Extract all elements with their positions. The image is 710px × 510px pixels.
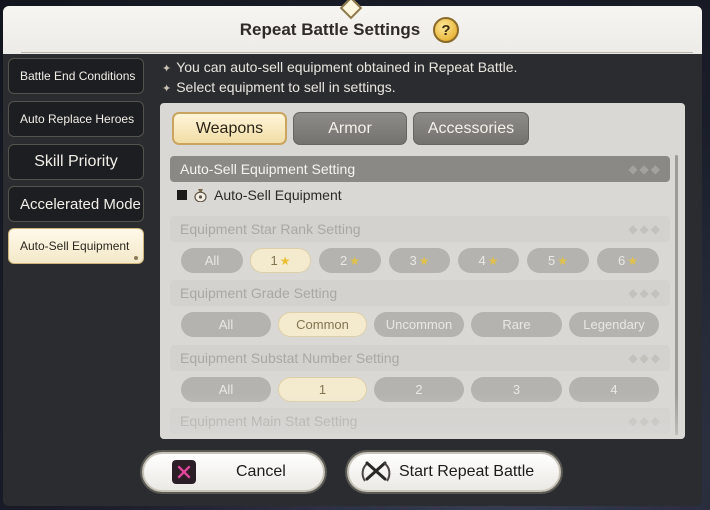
page-title: Repeat Battle Settings — [239, 20, 421, 39]
cancel-x-icon — [172, 460, 196, 484]
diamond-decor-icon: ◆◆◆ — [628, 351, 662, 365]
star-rank-option-3[interactable]: 3 ★ — [389, 248, 450, 273]
star-rank-option-all[interactable]: All — [181, 248, 243, 273]
sidebar-item-skill-priority[interactable]: Skill Priority — [8, 144, 144, 180]
sparkle-icon: ✦ — [162, 83, 172, 95]
section-header-auto-sell: Auto-Sell Equipment Setting ◆◆◆ — [170, 156, 670, 182]
diamond-decor-icon: ◆◆◆ — [628, 162, 662, 176]
grade-option-legendary[interactable]: Legendary — [569, 312, 659, 337]
grade-option-common[interactable]: Common — [278, 312, 367, 337]
sidebar-item-accelerated-mode[interactable]: Accelerated Mode — [8, 186, 144, 222]
star-icon: ★ — [627, 253, 638, 268]
sidebar-item-label: Auto Replace Heroes — [20, 112, 135, 126]
sidebar-item-auto-sell-equipment[interactable]: Auto-Sell Equipment — [8, 228, 144, 264]
grade-option-rare[interactable]: Rare — [471, 312, 562, 337]
substat-option-all[interactable]: All — [181, 377, 271, 402]
star-rank-option-5[interactable]: 5 ★ — [527, 248, 589, 273]
active-dot-icon — [134, 256, 138, 260]
star-rank-option-6[interactable]: 6 ★ — [597, 248, 659, 273]
scrollbar[interactable] — [675, 155, 678, 435]
grade-option-uncommon[interactable]: Uncommon — [374, 312, 464, 337]
settings-content: Weapons Armor Accessories Auto-Sell Equi… — [160, 103, 685, 439]
tab-weapons[interactable]: Weapons — [172, 112, 287, 145]
header-divider — [21, 52, 693, 53]
start-repeat-battle-button[interactable]: Start Repeat Battle — [347, 452, 561, 492]
info-line: ✦ Select equipment to sell in settings. — [162, 79, 396, 95]
auto-sell-checkbox-label: Auto-Sell Equipment — [214, 187, 342, 203]
sidebar-item-label: Accelerated Mode — [20, 195, 141, 213]
star-icon: ★ — [349, 253, 360, 268]
substat-option-4[interactable]: 4 — [569, 377, 659, 402]
star-icon: ★ — [279, 253, 291, 268]
section-header-main-stat: Equipment Main Stat Setting ◆◆◆ — [170, 408, 670, 434]
grade-option-all[interactable]: All — [181, 312, 271, 337]
substat-option-3[interactable]: 3 — [471, 377, 562, 402]
sidebar-item-label: Battle End Conditions — [20, 69, 136, 83]
crossed-swords-icon — [361, 461, 391, 482]
substat-option-2[interactable]: 2 — [374, 377, 464, 402]
star-icon: ★ — [557, 253, 568, 268]
star-icon: ★ — [487, 253, 499, 268]
diamond-decor-icon: ◆◆◆ — [628, 286, 662, 300]
sidebar-item-auto-replace-heroes[interactable]: Auto Replace Heroes — [8, 101, 144, 137]
sidebar-item-battle-end-conditions[interactable]: Battle End Conditions — [8, 58, 144, 94]
tab-armor[interactable]: Armor — [293, 112, 407, 145]
auto-sell-checkbox-row[interactable]: Auto-Sell Equipment — [177, 187, 342, 203]
question-mark-icon: ? — [441, 21, 451, 39]
section-header-grade: Equipment Grade Setting ◆◆◆ — [170, 280, 670, 306]
section-header-star-rank: Equipment Star Rank Setting ◆◆◆ — [170, 216, 670, 242]
section-header-substat: Equipment Substat Number Setting ◆◆◆ — [170, 345, 670, 371]
sidebar-item-label: Auto-Sell Equipment — [20, 239, 130, 253]
star-rank-option-1[interactable]: 1 ★ — [250, 248, 311, 273]
tab-accessories[interactable]: Accessories — [413, 112, 529, 145]
auto-sell-checkbox[interactable] — [177, 190, 187, 200]
diamond-decor-icon: ◆◆◆ — [628, 414, 662, 428]
diamond-decor-icon: ◆◆◆ — [628, 222, 662, 236]
star-icon: ★ — [418, 253, 430, 268]
substat-option-1[interactable]: 1 — [278, 377, 367, 402]
star-rank-option-2[interactable]: 2 ★ — [319, 248, 381, 273]
money-bag-icon — [194, 189, 207, 202]
star-rank-option-4[interactable]: 4 ★ — [458, 248, 519, 273]
info-line: ✦ You can auto-sell equipment obtained in… — [162, 59, 518, 75]
help-button[interactable]: ? — [433, 17, 459, 43]
sidebar-item-label: Skill Priority — [34, 153, 118, 170]
sparkle-icon: ✦ — [162, 63, 172, 75]
cancel-button[interactable]: Cancel — [142, 452, 325, 492]
